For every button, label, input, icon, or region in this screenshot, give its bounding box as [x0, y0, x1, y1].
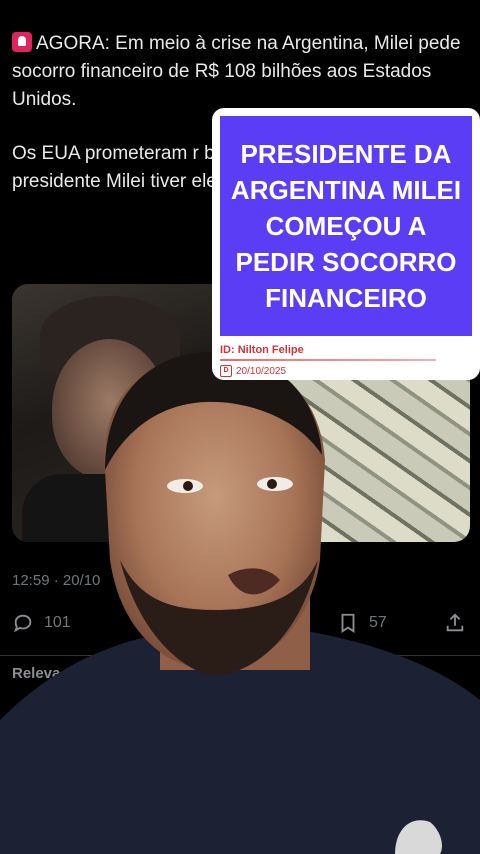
calendar-icon: D [220, 365, 232, 377]
reply-button[interactable]: 101 [12, 612, 71, 634]
reply-icon [14, 614, 32, 633]
tweet-actions: 101 57 [12, 612, 468, 638]
milei-face [52, 339, 167, 479]
tweet-views-fragment: ões [264, 572, 289, 589]
divider [0, 655, 480, 656]
bookmark-icon [341, 613, 355, 633]
tweet-time: 12:59 · 20/10 [12, 572, 101, 589]
share-icon [446, 613, 464, 632]
money-stack-image [282, 374, 470, 542]
headline-title: PRESIDENTE DA ARGENTINA MILEI COMEÇOU A … [220, 116, 472, 336]
tweet-timestamp[interactable]: 12:59 · 20/10 ões [12, 572, 289, 589]
card-date-row: D 20/10/2025 [220, 365, 472, 377]
milei-suit [22, 474, 202, 542]
card-underline [220, 359, 436, 361]
milei-photo [12, 284, 212, 542]
author-id: ID: Nilton Felipe [220, 344, 304, 356]
siren-icon [12, 32, 32, 52]
bookmark-button[interactable]: 57 [337, 612, 387, 634]
relevant-replies-label[interactable]: Releva [12, 665, 60, 682]
headline-card: PRESIDENTE DA ARGENTINA MILEI COMEÇOU A … [212, 108, 480, 380]
bookmark-count: 57 [369, 614, 387, 631]
card-date: 20/10/2025 [236, 365, 287, 377]
share-button[interactable] [444, 612, 466, 634]
tweet-paragraph-1: AGORA: Em meio à crise na Argentina, Mil… [12, 33, 461, 110]
reply-count: 101 [44, 614, 71, 631]
